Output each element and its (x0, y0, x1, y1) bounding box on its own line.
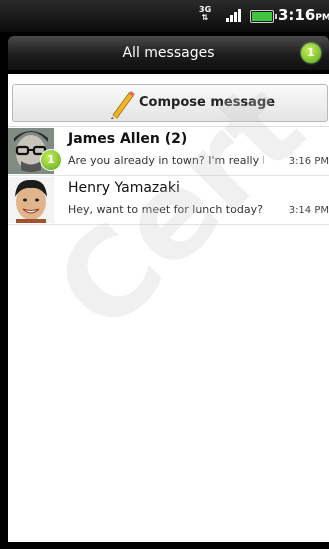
avatar (8, 177, 54, 223)
thread-unread-badge: 1 (40, 149, 62, 171)
status-ampm: PM (315, 13, 329, 23)
compose-message-button[interactable]: Compose message (12, 84, 328, 122)
message-time: 3:16 PM (286, 156, 329, 167)
status-time: 3:16 (278, 6, 316, 24)
network-3g-icon: 3G ⇅ (199, 5, 212, 22)
battery-icon (250, 10, 277, 23)
messages-panel: Compose message 1 James Allen (2) Are yo… (8, 74, 329, 542)
bottom-bar (0, 542, 329, 549)
message-preview: Hey, want to meet for lunch today? (68, 203, 263, 216)
page-title: All messages (122, 45, 215, 61)
status-bar: 3G ⇅ 3:16PM (0, 0, 329, 32)
thread-list: 1 James Allen (2) Are you already in tow… (8, 126, 329, 225)
message-time: 3:14 PM (286, 205, 329, 216)
unread-count-badge: 1 (301, 43, 321, 63)
compose-message-label: Compose message (139, 95, 276, 110)
pencil-icon (111, 91, 135, 119)
status-clock: 3:16PM (278, 6, 329, 24)
title-bar: All messages 1 (8, 36, 329, 70)
signal-icon (226, 8, 244, 22)
thread-row[interactable]: 1 James Allen (2) Are you already in tow… (8, 126, 329, 176)
contact-name: James Allen (2) (68, 131, 188, 147)
message-preview: Are you already in town? I'm really look… (68, 154, 264, 167)
contact-name: Henry Yamazaki (68, 180, 180, 196)
thread-row[interactable]: Henry Yamazaki Hey, want to meet for lun… (8, 176, 329, 225)
